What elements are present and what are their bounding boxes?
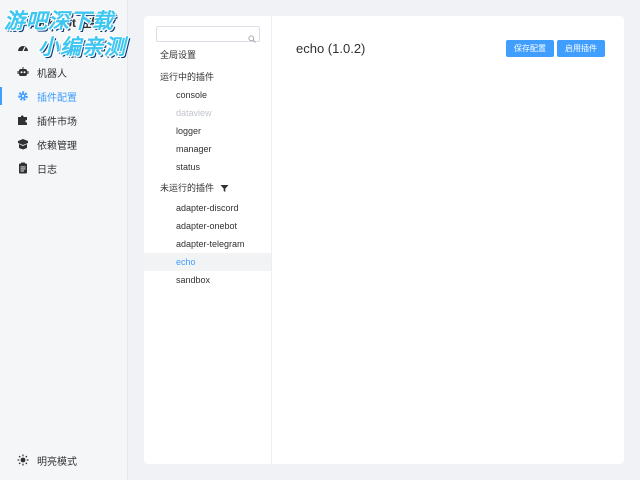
plugin-item-manager[interactable]: manager — [144, 140, 271, 158]
running-plugins-header: 运行中的插件 — [160, 72, 215, 82]
puzzle-icon — [17, 114, 29, 126]
global-settings-item[interactable]: 全局设置 — [160, 46, 196, 64]
sidebar-item-dependencies[interactable]: 依赖管理 — [0, 132, 128, 156]
sidebar-item-plugin-config[interactable]: 插件配置 — [0, 84, 128, 108]
sidebar-item-label: 依赖管理 — [37, 140, 77, 152]
enable-plugin-button[interactable]: 启用插件 — [557, 40, 605, 57]
save-config-button[interactable]: 保存配置 — [506, 40, 554, 57]
watermark-line-1: 游吧深下载 — [4, 9, 114, 33]
main-card: 全局设置 运行中的插件 console dataview logger mana… — [144, 16, 624, 464]
sidebar-item-label: 插件市场 — [37, 116, 77, 128]
boxes-icon — [17, 138, 29, 150]
sidebar-item-logs[interactable]: 日志 — [0, 156, 128, 180]
plugin-item-adapter-onebot[interactable]: adapter-onebot — [144, 217, 271, 235]
sidebar-item-plugin-market[interactable]: 插件市场 — [0, 108, 128, 132]
plugin-item-echo[interactable]: echo — [144, 253, 271, 271]
gear-icon — [17, 90, 29, 102]
stopped-plugins-header: 未运行的插件 — [160, 179, 229, 197]
plugin-title: echo (1.0.2) — [296, 41, 366, 56]
theme-toggle-label: 明亮模式 — [37, 456, 77, 468]
plugin-item-console[interactable]: console — [144, 86, 271, 104]
plugin-item-sandbox[interactable]: sandbox — [144, 271, 271, 289]
plugin-item-adapter-discord[interactable]: adapter-discord — [144, 199, 271, 217]
plugin-item-dataview[interactable]: dataview — [144, 104, 271, 122]
plugin-item-status[interactable]: status — [144, 158, 271, 176]
search-icon[interactable] — [248, 30, 256, 43]
plugin-search-input[interactable] — [156, 26, 260, 42]
clipboard-icon — [17, 162, 29, 174]
stopped-plugins-label: 未运行的插件 — [160, 183, 215, 193]
plugin-list-panel: 全局设置 运行中的插件 console dataview logger mana… — [144, 16, 272, 464]
watermark-overlay: 游吧深下载 小编亲测 — [4, 8, 154, 68]
sidebar-item-label: 日志 — [37, 164, 57, 176]
watermark-line-2: 小编亲测 — [38, 35, 126, 59]
plugin-item-logger[interactable]: logger — [144, 122, 271, 140]
theme-toggle[interactable]: 明亮模式 — [0, 448, 128, 472]
filter-icon[interactable] — [220, 184, 229, 193]
sidebar: NoneBot 控制台 机器人 插件配置 插件市场 依赖管理 日志 明亮模式 — [0, 0, 128, 480]
sidebar-item-label: 插件配置 — [37, 92, 77, 104]
plugin-item-adapter-telegram[interactable]: adapter-telegram — [144, 235, 271, 253]
sun-icon — [17, 454, 29, 466]
